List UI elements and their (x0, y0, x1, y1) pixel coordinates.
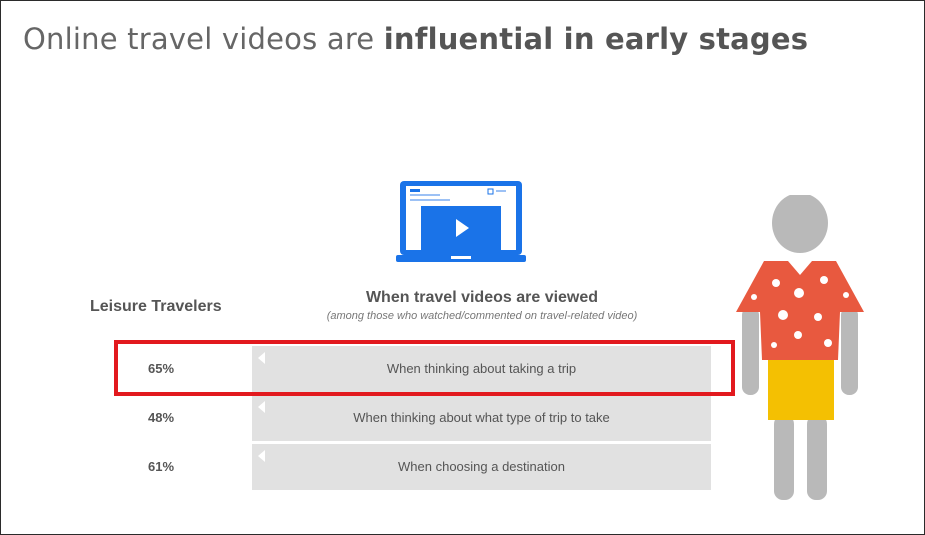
category-bar: When thinking about what type of trip to… (252, 395, 711, 441)
highlight-box (114, 340, 735, 396)
value-label: 61% (148, 459, 175, 474)
category-bar: When choosing a destination (252, 444, 711, 490)
traveler-figure-icon (736, 195, 864, 500)
category-label: When choosing a destination (398, 459, 565, 474)
value-label: 48% (148, 410, 175, 425)
category-label: When thinking about what type of trip to… (353, 410, 610, 425)
